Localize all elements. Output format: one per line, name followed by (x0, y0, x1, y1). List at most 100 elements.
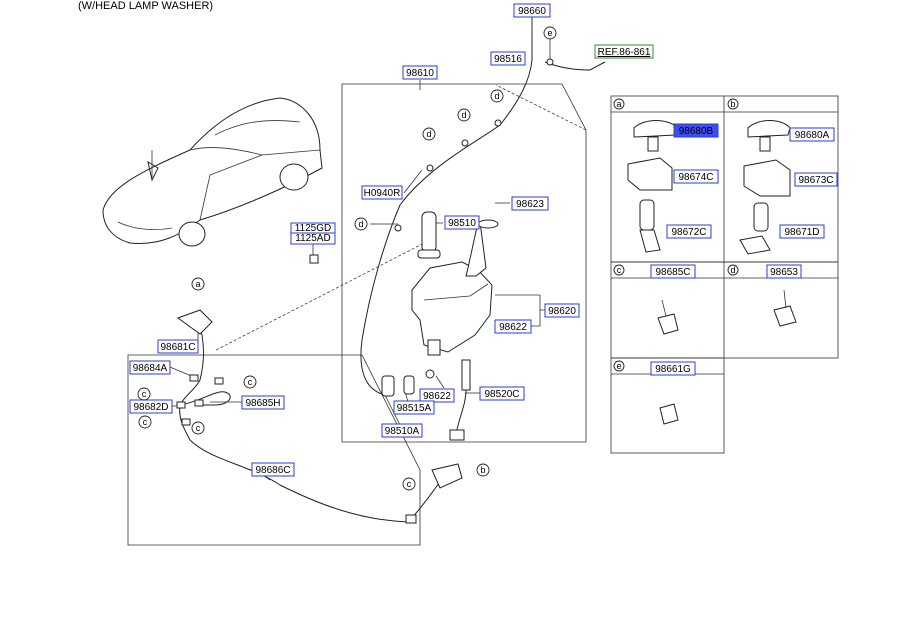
part-label-text: 98520C (484, 389, 519, 400)
callout-letter: b (730, 99, 735, 109)
callout-letter: a (616, 99, 621, 109)
part-label-text: 1125AD (295, 233, 330, 244)
detail-d-sketch (773, 289, 797, 327)
callout-letter: d (730, 265, 735, 275)
part-label-text: 98671D (784, 227, 819, 238)
callout-a[interactable]: a (613, 98, 625, 110)
part-label-98515a[interactable]: 98515A (393, 400, 435, 415)
callout-c[interactable]: c (402, 477, 416, 491)
headlamp-hose (179, 319, 441, 523)
part-label-98684a[interactable]: 98684A (129, 360, 171, 375)
part-label-98680a[interactable]: 98680A (789, 127, 835, 142)
washer-pump (417, 211, 441, 259)
part-label-98520c[interactable]: 98520C (479, 386, 525, 401)
callout-letter: c (196, 423, 201, 433)
part-label-98672c[interactable]: 98672C (666, 224, 712, 239)
part-label-98516[interactable]: 98516 (490, 51, 526, 66)
part-label-text: 98680A (795, 130, 830, 141)
part-label-text: 98660 (518, 6, 546, 17)
part-label-98610[interactable]: 98610 (402, 65, 438, 80)
car-illustration (102, 97, 323, 247)
callout-letter: c (617, 265, 622, 275)
callout-e[interactable]: e (613, 360, 625, 372)
callout-c[interactable]: c (243, 375, 257, 389)
callout-d[interactable]: d (457, 108, 471, 122)
headlamp-washer-frame (127, 354, 421, 546)
part-label-98623[interactable]: 98623 (511, 196, 549, 211)
part-label-98661g[interactable]: 98661G (650, 361, 696, 376)
part-label-98622[interactable]: 98622 (419, 388, 455, 403)
part-label-98653[interactable]: 98653 (766, 264, 802, 279)
callout-e[interactable]: e (543, 26, 557, 40)
part-label-98671d[interactable]: 98671D (779, 224, 825, 239)
part-label-text: 98682D (133, 402, 168, 413)
part-label-text: 98674C (678, 172, 713, 183)
detail-panel-grid (610, 95, 839, 454)
callout-letter: c (143, 417, 148, 427)
part-label-98510[interactable]: 98510 (444, 215, 480, 230)
callout-d[interactable]: d (727, 264, 739, 276)
callout-a[interactable]: a (191, 277, 205, 291)
callout-d[interactable]: d (490, 89, 504, 103)
part-label-text: 98620 (548, 306, 576, 317)
part-label-98686c[interactable]: 98686C (251, 462, 295, 477)
callout-letter: d (494, 91, 499, 101)
part-label-text: 98516 (494, 54, 522, 65)
callout-b[interactable]: b (727, 98, 739, 110)
part-label-text: 98510A (385, 426, 420, 437)
part-label-text: 98510 (448, 218, 476, 229)
callout-letter: c (142, 389, 147, 399)
part-label-text: 98661G (655, 364, 691, 375)
part-label-h0940r[interactable]: H0940R (361, 185, 403, 200)
part-label-text: 98685H (245, 398, 280, 409)
part-label-text: 98681C (160, 342, 195, 353)
car-dashed-leaders (215, 84, 587, 351)
part-label-98622[interactable]: 98622 (494, 319, 532, 334)
part-label-98620[interactable]: 98620 (544, 303, 580, 318)
callout-c[interactable]: c (613, 264, 625, 276)
part-label-98673c[interactable]: 98673C (794, 172, 838, 187)
part-label-text: 98672C (671, 227, 706, 238)
callout-d[interactable]: d (354, 217, 368, 231)
part-label-text: 98622 (423, 391, 451, 402)
part-label-text: 98684A (133, 363, 168, 374)
part-label-text: 98673C (798, 175, 833, 186)
callout-letter: c (407, 479, 412, 489)
diagram-svg: 9866098516986101125GD1125ADH0940R9851098… (102, 3, 839, 546)
part-label-98510a[interactable]: 98510A (381, 423, 423, 438)
callout-d[interactable]: d (422, 127, 436, 141)
hose-main (360, 12, 606, 396)
callout-c[interactable]: c (138, 415, 152, 429)
parts-diagram: (W/HEAD LAMP WASHER) 98660 98516 98610 1… (0, 0, 916, 617)
detail-c-sketch (657, 299, 679, 335)
part-label-98680b[interactable]: 98680B (673, 123, 719, 138)
part-label-text: REF.86-861 (598, 47, 651, 58)
callout-letter: b (480, 465, 485, 475)
callout-letter: d (358, 219, 363, 229)
part-label-text: 98622 (499, 322, 527, 333)
callout-letter: d (461, 110, 466, 120)
callout-letter: e (616, 361, 621, 371)
part-label-text: 98680B (679, 126, 714, 137)
part-label-98660[interactable]: 98660 (513, 3, 551, 18)
part-label-98674c[interactable]: 98674C (673, 169, 719, 184)
part-label-98682d[interactable]: 98682D (129, 399, 173, 414)
part-label-98685h[interactable]: 98685H (241, 395, 285, 410)
part-label-text: 98686C (255, 465, 290, 476)
part-label-98681c[interactable]: 98681C (157, 339, 199, 354)
part-label-98685c[interactable]: 98685C (650, 264, 696, 279)
callout-b[interactable]: b (476, 463, 490, 477)
part-label-1125ad[interactable]: 1125AD (290, 232, 336, 245)
part-label-text: 98685C (655, 267, 690, 278)
callout-letter: e (547, 28, 552, 38)
part-label-text: 98653 (770, 267, 798, 278)
part-label-ref.86-861[interactable]: REF.86-861 (594, 44, 654, 59)
callout-letter: a (195, 279, 200, 289)
callout-c[interactable]: c (191, 421, 205, 435)
detail-e-sketch (659, 403, 679, 425)
part-label-text: 98515A (397, 403, 432, 414)
part-label-text: 98623 (516, 199, 544, 210)
callout-c[interactable]: c (137, 387, 151, 401)
part-label-text: 98610 (406, 68, 434, 79)
callout-letter: c (248, 377, 253, 387)
